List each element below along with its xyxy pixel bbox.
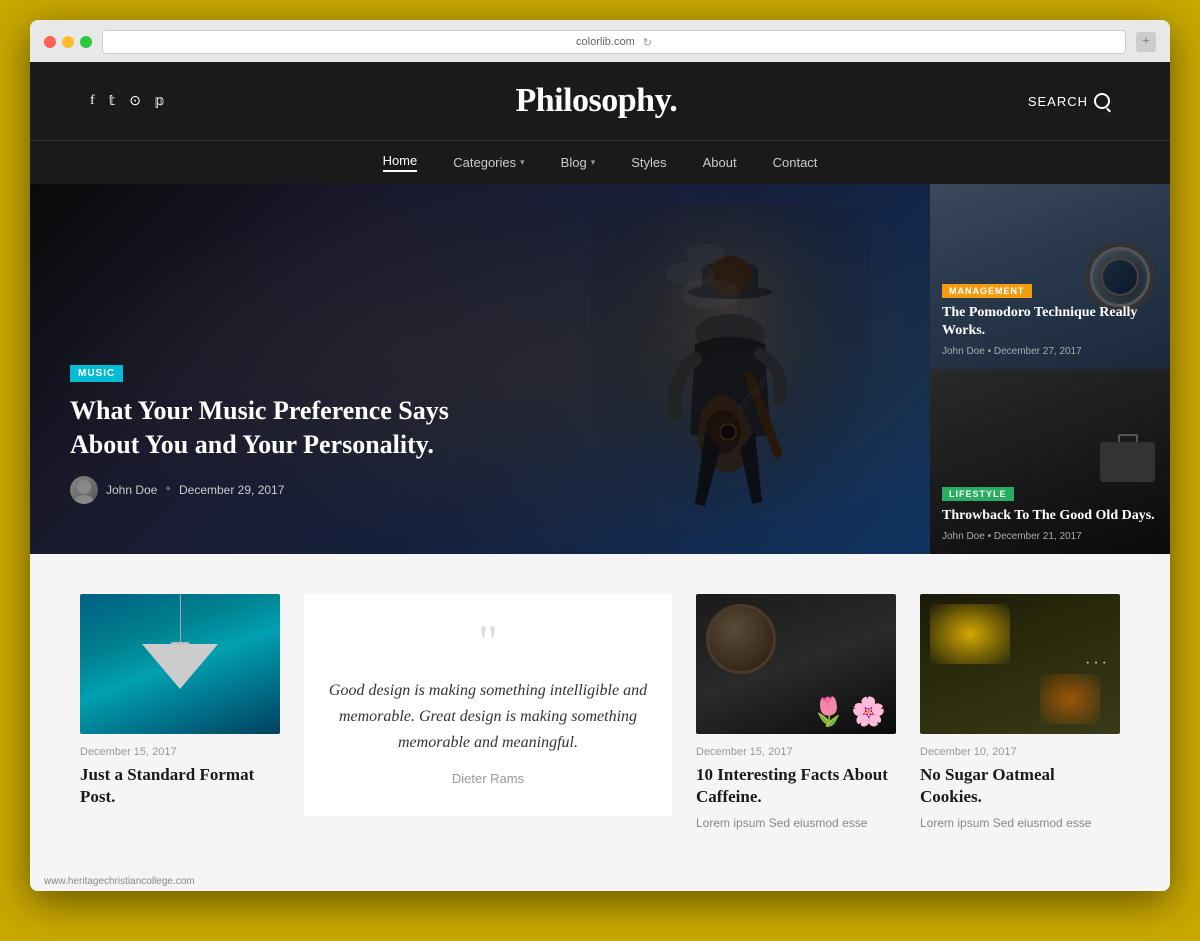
- post-title-4: No Sugar Oatmeal Cookies.: [920, 764, 1120, 808]
- side-card-2-content: LIFESTYLE Throwback To The Good Old Days…: [942, 484, 1158, 542]
- hero-content: MUSIC What Your Music Preference Says Ab…: [70, 363, 450, 504]
- side-card-1-content: MANAGEMENT The Pomodoro Technique Really…: [942, 281, 1158, 357]
- quote-author: Dieter Rams: [452, 771, 524, 786]
- post-excerpt-4: Lorem ipsum Sed eiusmod esse: [920, 814, 1120, 832]
- splash-decoration-2: [1040, 674, 1100, 724]
- footer-bar: www.heritagechristiancollege.com: [30, 872, 1170, 891]
- category-badge[interactable]: MUSIC: [70, 365, 123, 382]
- close-button[interactable]: [44, 36, 56, 48]
- browser-window: colorlib.com ↻ + f 𝕥 ⊙ 𝕡 Philosophy. SEA…: [30, 20, 1170, 891]
- nav-about[interactable]: About: [703, 153, 737, 172]
- side-card-2-meta: John Doe • December 21, 2017: [942, 531, 1158, 542]
- posts-grid: December 15, 2017 Just a Standard Format…: [80, 594, 1120, 832]
- bag-decoration: [1100, 442, 1155, 482]
- coffee-cup-decoration: [706, 604, 776, 674]
- post-colorful-image: ···: [920, 594, 1120, 734]
- side-card-2[interactable]: LIFESTYLE Throwback To The Good Old Days…: [930, 369, 1170, 554]
- minimize-button[interactable]: [62, 36, 74, 48]
- quote-card: " Good design is making something intell…: [304, 594, 672, 816]
- dots-decoration: ···: [1085, 655, 1110, 673]
- hero-section: MUSIC What Your Music Preference Says Ab…: [30, 184, 1170, 554]
- post-coffee-image: 🌷 🌸: [696, 594, 896, 734]
- footer-url: www.heritagechristiancollege.com: [44, 876, 195, 887]
- maximize-button[interactable]: [80, 36, 92, 48]
- post-lamp-image: [80, 594, 280, 734]
- new-tab-button[interactable]: +: [1136, 32, 1156, 52]
- splash-decoration-1: [930, 604, 1010, 664]
- side-card-1[interactable]: MANAGEMENT The Pomodoro Technique Really…: [930, 184, 1170, 369]
- post-card-cookies[interactable]: ··· December 10, 2017 No Sugar Oatmeal C…: [920, 594, 1120, 832]
- site-header: f 𝕥 ⊙ 𝕡 Philosophy. SEARCH: [30, 62, 1170, 140]
- side-card-1-tag: MANAGEMENT: [942, 284, 1032, 298]
- facebook-icon[interactable]: f: [90, 93, 95, 110]
- instagram-icon[interactable]: ⊙: [129, 93, 141, 110]
- post-date-4: December 10, 2017: [920, 746, 1120, 758]
- url-text: colorlib.com: [576, 36, 635, 48]
- hero-title: What Your Music Preference Says About Yo…: [70, 394, 450, 462]
- dropdown-arrow-icon: ▾: [591, 157, 596, 168]
- hero-meta: John Doe • December 29, 2017: [70, 476, 450, 504]
- traffic-lights: [44, 36, 92, 48]
- quote-text: Good design is making something intellig…: [324, 678, 652, 755]
- lamp-shade: [142, 644, 218, 689]
- post-title-3: 10 Interesting Facts About Caffeine.: [696, 764, 896, 808]
- side-card-2-title: Throwback To The Good Old Days.: [942, 507, 1158, 525]
- browser-chrome: colorlib.com ↻ +: [30, 20, 1170, 62]
- side-card-1-title: The Pomodoro Technique Really Works.: [942, 304, 1158, 340]
- search-icon: [1094, 93, 1110, 109]
- nav-styles[interactable]: Styles: [631, 153, 666, 172]
- tulips-decoration: 🌷 🌸: [811, 695, 886, 729]
- nav-home[interactable]: Home: [383, 153, 418, 172]
- nav-blog[interactable]: Blog ▾: [561, 153, 596, 172]
- pinterest-icon[interactable]: 𝕡: [155, 93, 165, 110]
- side-card-1-meta: John Doe • December 27, 2017: [942, 346, 1158, 357]
- post-card-coffee[interactable]: 🌷 🌸 December 15, 2017 10 Interesting Fac…: [696, 594, 896, 832]
- nav-contact[interactable]: Contact: [773, 153, 818, 172]
- side-card-2-tag: LIFESTYLE: [942, 487, 1014, 501]
- hero-main-article[interactable]: MUSIC What Your Music Preference Says Ab…: [30, 184, 930, 554]
- address-bar[interactable]: colorlib.com ↻: [102, 30, 1126, 54]
- post-excerpt-3: Lorem ipsum Sed eiusmod esse: [696, 814, 896, 832]
- site-title[interactable]: Philosophy.: [515, 82, 677, 120]
- site-navigation: Home Categories ▾ Blog ▾ Styles About Co…: [30, 140, 1170, 184]
- dropdown-arrow-icon: ▾: [520, 157, 525, 168]
- search-label: SEARCH: [1028, 94, 1088, 109]
- reload-icon[interactable]: ↻: [643, 36, 652, 49]
- post-date-3: December 15, 2017: [696, 746, 896, 758]
- nav-categories[interactable]: Categories ▾: [453, 153, 524, 172]
- hero-author: John Doe: [106, 483, 157, 497]
- post-title-1: Just a Standard Format Post.: [80, 764, 280, 808]
- guitarist-illustration: [590, 204, 870, 554]
- website-content: f 𝕥 ⊙ 𝕡 Philosophy. SEARCH Home Categori…: [30, 62, 1170, 891]
- search-area[interactable]: SEARCH: [1028, 93, 1110, 109]
- twitter-icon[interactable]: 𝕥: [109, 93, 116, 110]
- post-card-lamp[interactable]: December 15, 2017 Just a Standard Format…: [80, 594, 280, 808]
- lamp-cord: [180, 594, 181, 649]
- quote-mark-icon: ": [478, 624, 498, 662]
- hero-side-cards: MANAGEMENT The Pomodoro Technique Really…: [930, 184, 1170, 554]
- hero-date: December 29, 2017: [179, 483, 284, 497]
- content-section: December 15, 2017 Just a Standard Format…: [30, 554, 1170, 872]
- author-avatar: [70, 476, 98, 504]
- post-date-1: December 15, 2017: [80, 746, 280, 758]
- social-icons: f 𝕥 ⊙ 𝕡: [90, 93, 165, 110]
